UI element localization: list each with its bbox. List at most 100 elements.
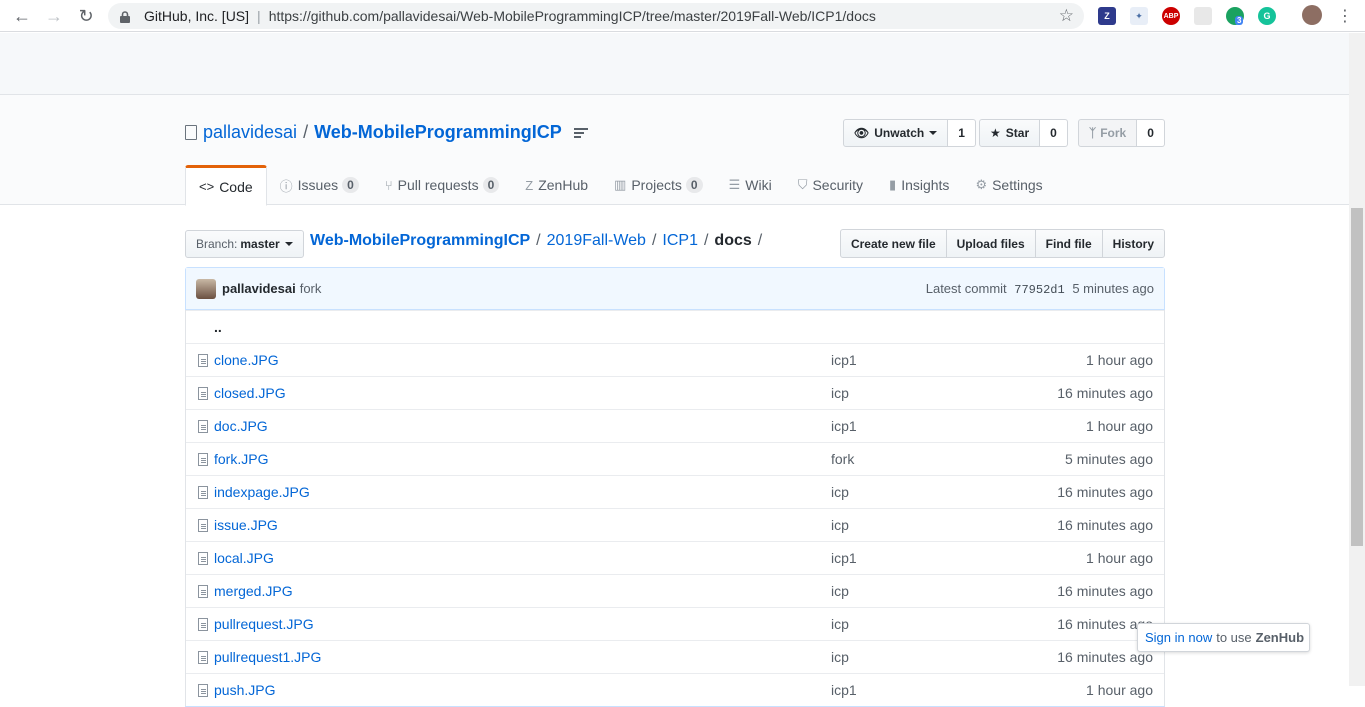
browser-toolbar: ← → ↻ GitHub, Inc. [US] | https://github… bbox=[0, 0, 1365, 32]
breadcrumb-link[interactable]: 2019Fall-Web bbox=[547, 232, 646, 250]
author-avatar[interactable] bbox=[196, 278, 216, 299]
file-name-link[interactable]: doc.JPG bbox=[214, 418, 268, 434]
pull-request-icon: ⑂ bbox=[384, 177, 393, 193]
file-commit-link[interactable]: fork bbox=[831, 451, 854, 467]
tab-counter: 0 bbox=[685, 177, 703, 193]
repo-name-link[interactable]: Web-MobileProgrammingICP bbox=[314, 122, 562, 143]
file-name-link[interactable]: closed.JPG bbox=[214, 385, 286, 401]
reload-icon[interactable]: ↻ bbox=[75, 5, 97, 27]
file-name-link[interactable]: merged.JPG bbox=[214, 583, 293, 599]
commit-message-link[interactable]: fork bbox=[300, 281, 322, 296]
file-commit-link[interactable]: icp bbox=[831, 616, 849, 632]
browser-menu-icon[interactable]: ⋮ bbox=[1334, 5, 1356, 27]
find-file-button[interactable]: Find file bbox=[1034, 229, 1103, 258]
breadcrumb-separator: / bbox=[536, 232, 541, 249]
star-count[interactable]: 0 bbox=[1040, 119, 1068, 147]
file-commit-link[interactable]: icp bbox=[831, 517, 849, 533]
unwatch-button[interactable]: 👁 Unwatch bbox=[843, 119, 949, 147]
branch-name: master bbox=[240, 237, 280, 251]
scrollbar-thumb[interactable] bbox=[1351, 208, 1363, 546]
fork-label: Fork bbox=[1100, 126, 1127, 140]
tab-counter: 0 bbox=[482, 177, 500, 193]
file-name-link[interactable]: fork.JPG bbox=[214, 451, 268, 467]
repo-owner-link[interactable]: pallavidesai bbox=[203, 122, 297, 143]
file-commit-link[interactable]: icp1 bbox=[831, 550, 857, 566]
file-name-link[interactable]: indexpage.JPG bbox=[214, 484, 310, 500]
history-button[interactable]: History bbox=[1101, 229, 1165, 258]
file-row: pullrequest.JPG icp 16 minutes ago bbox=[186, 607, 1164, 640]
tab-label: Pull requests bbox=[397, 177, 479, 193]
watch-count[interactable]: 1 bbox=[948, 119, 976, 147]
parent-directory-row[interactable]: .. bbox=[186, 310, 1164, 343]
tab-security[interactable]: ⛉ Security bbox=[785, 165, 876, 205]
feather-icon[interactable]: ✦ bbox=[1130, 7, 1148, 25]
file-commit-link[interactable]: icp bbox=[831, 583, 849, 599]
file-name-link[interactable]: local.JPG bbox=[214, 550, 274, 566]
file-name-link[interactable]: issue.JPG bbox=[214, 517, 278, 533]
file-row: push.JPG icp1 1 hour ago bbox=[186, 673, 1164, 706]
commit-author-link[interactable]: pallavidesai bbox=[222, 281, 296, 296]
file-name-cell: fork.JPG bbox=[214, 451, 831, 467]
repo-title: pallavidesai / Web-MobileProgrammingICP bbox=[185, 122, 588, 143]
file-row: clone.JPG icp1 1 hour ago bbox=[186, 343, 1164, 376]
tab-code[interactable]: <> Code bbox=[185, 165, 267, 206]
file-icon bbox=[198, 452, 208, 466]
notification-badge-icon[interactable]: 3 bbox=[1226, 7, 1244, 25]
issue-icon: ⓘ bbox=[279, 178, 293, 194]
fork-icon: ᛉ bbox=[1089, 126, 1097, 140]
blank-extension-icon[interactable] bbox=[1194, 7, 1212, 25]
parent-directory-link[interactable]: .. bbox=[214, 319, 222, 335]
tab-settings[interactable]: ⚙ Settings bbox=[962, 165, 1055, 205]
branch-select-button[interactable]: Branch: master bbox=[185, 230, 304, 258]
create-new-file-button[interactable]: Create new file bbox=[839, 229, 947, 258]
fork-button[interactable]: ᛉ Fork bbox=[1078, 119, 1138, 147]
repo-description-toggle-icon[interactable] bbox=[573, 126, 588, 140]
tab-zenhub[interactable]: Z ZenHub bbox=[512, 165, 601, 205]
file-commit-link[interactable]: icp bbox=[831, 385, 849, 401]
file-age: 1 hour ago bbox=[1086, 550, 1153, 566]
file-age: 5 minutes ago bbox=[1065, 451, 1153, 467]
shield-icon: ⛉ bbox=[797, 177, 808, 192]
breadcrumb-separator: / bbox=[703, 232, 709, 249]
file-name-link[interactable]: push.JPG bbox=[214, 682, 275, 698]
url-text[interactable]: https://github.com/pallavidesai/Web-Mobi… bbox=[269, 8, 876, 24]
fork-count[interactable]: 0 bbox=[1137, 119, 1165, 147]
tab-label: Projects bbox=[631, 177, 682, 193]
file-row: issue.JPG icp 16 minutes ago bbox=[186, 508, 1164, 541]
latest-commit-label: Latest commit bbox=[925, 280, 1007, 296]
tab-pull-requests[interactable]: ⑂ Pull requests 0 bbox=[372, 165, 512, 205]
file-name-link[interactable]: clone.JPG bbox=[214, 352, 279, 368]
file-commit-cell: fork bbox=[831, 451, 1031, 467]
file-icon bbox=[198, 551, 208, 565]
file-commit-link[interactable]: icp bbox=[831, 484, 849, 500]
bookmark-star-icon[interactable]: ☆ bbox=[1059, 6, 1074, 26]
file-commit-link[interactable]: icp1 bbox=[831, 682, 857, 698]
fork-control: ᛉ Fork 0 bbox=[1078, 119, 1165, 147]
profile-avatar[interactable] bbox=[1302, 5, 1322, 25]
commit-sha-link[interactable]: 77952d1 bbox=[1014, 283, 1064, 297]
file-commit-link[interactable]: icp bbox=[831, 649, 849, 665]
star-button[interactable]: ★ Star bbox=[979, 119, 1041, 147]
upload-files-button[interactable]: Upload files bbox=[945, 229, 1036, 258]
tab-projects[interactable]: ▥ Projects 0 bbox=[601, 165, 716, 205]
zenhub-signin-link[interactable]: Sign in now bbox=[1145, 630, 1212, 645]
file-commit-link[interactable]: icp1 bbox=[831, 352, 857, 368]
forward-arrow-icon[interactable]: → bbox=[43, 5, 65, 27]
file-commit-cell: icp bbox=[831, 385, 1031, 401]
repo-title-separator: / bbox=[303, 122, 309, 142]
grammarly-icon[interactable]: G bbox=[1258, 7, 1276, 25]
breadcrumb-root-link[interactable]: Web-MobileProgrammingICP bbox=[310, 232, 530, 250]
tab-insights[interactable]: ▮ Insights bbox=[876, 165, 962, 205]
adblock-icon[interactable]: ABP bbox=[1162, 7, 1180, 25]
file-name-link[interactable]: pullrequest.JPG bbox=[214, 616, 314, 632]
file-icon bbox=[198, 617, 208, 631]
file-name-link[interactable]: pullrequest1.JPG bbox=[214, 649, 321, 665]
address-bar[interactable]: GitHub, Inc. [US] | https://github.com/p… bbox=[108, 3, 1084, 29]
file-list: .. clone.JPG icp1 1 hour ago closed.JPG icp 1… bbox=[185, 310, 1165, 706]
file-commit-link[interactable]: icp1 bbox=[831, 418, 857, 434]
tab-issues[interactable]: ⓘ Issues 0 bbox=[267, 165, 372, 205]
zotero-icon[interactable]: Z bbox=[1098, 7, 1116, 25]
tab-wiki[interactable]: ☰ Wiki bbox=[716, 165, 785, 205]
back-arrow-icon[interactable]: ← bbox=[11, 5, 33, 27]
breadcrumb-link[interactable]: ICP1 bbox=[662, 232, 698, 250]
